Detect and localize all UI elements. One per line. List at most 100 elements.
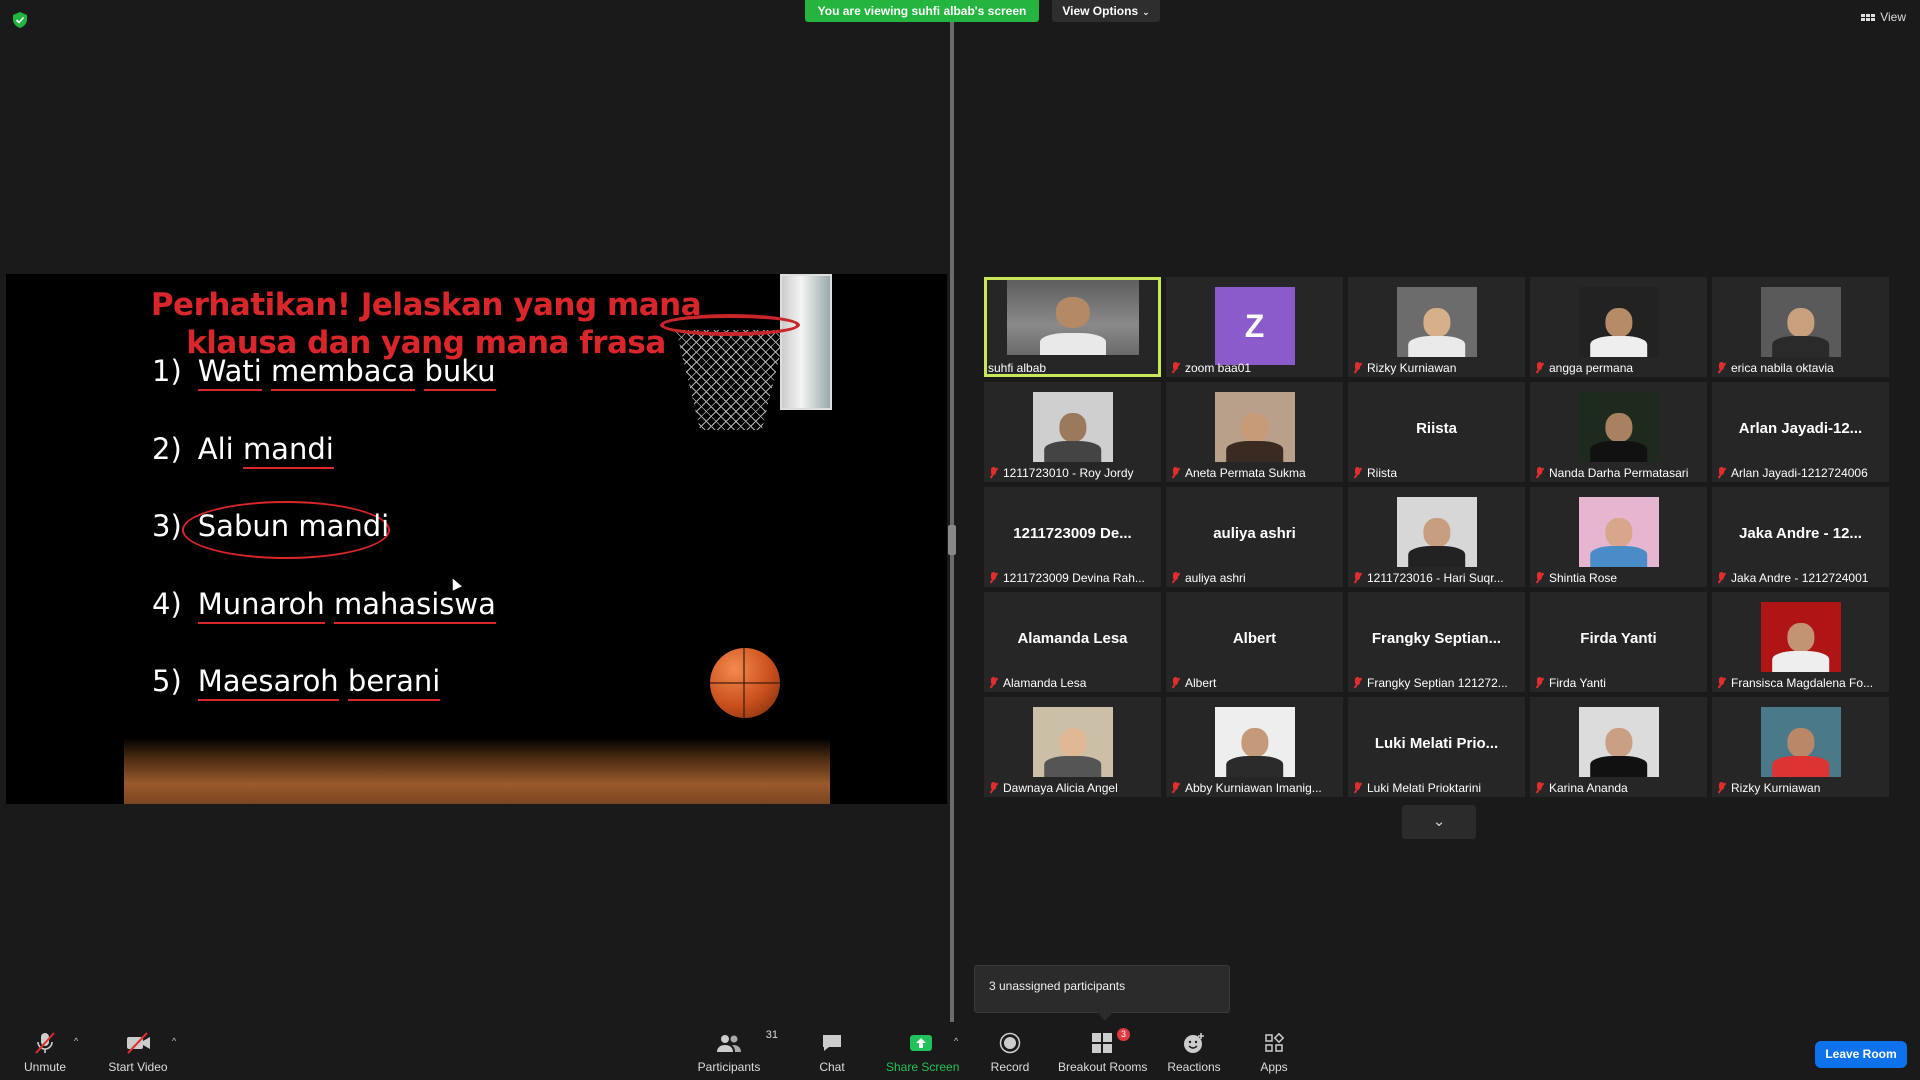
participant-tile[interactable]: Shintia Rose (1530, 487, 1707, 587)
participants-grid: suhfi albab Zzoom baa01 Rizky Kurniawan ang… (984, 277, 1889, 797)
view-options-button[interactable]: View Options ⌄ (1052, 0, 1160, 22)
chat-label: Chat (819, 1060, 845, 1074)
participant-tile[interactable]: angga permana (1530, 277, 1707, 377)
participant-name-caption: Albert (1170, 676, 1339, 690)
view-button[interactable]: View (1861, 10, 1906, 24)
mic-muted-icon (1716, 362, 1727, 374)
participant-tile[interactable]: auliya ashri auliya ashri (1166, 487, 1343, 587)
participant-tile[interactable]: 1211723010 - Roy Jordy (984, 382, 1161, 482)
participant-tile[interactable]: Abby Kurniawan Imanig... (1166, 697, 1343, 797)
view-options-label: View Options (1062, 4, 1139, 18)
participant-tile[interactable]: Karina Ananda (1530, 697, 1707, 797)
participant-tile[interactable]: Alamanda Lesa Alamanda Lesa (984, 592, 1161, 692)
participant-tile[interactable]: Zzoom baa01 (1166, 277, 1343, 377)
participant-name: Nanda Darha Permatasari (1549, 466, 1689, 480)
participant-name: Arlan Jayadi-1212724006 (1731, 466, 1868, 480)
participant-name: angga permana (1549, 361, 1634, 375)
court-floor (124, 738, 830, 804)
mic-muted-icon (1716, 572, 1727, 584)
participant-tile[interactable]: 1211723009 De... 1211723009 Devina Rah... (984, 487, 1161, 587)
participant-tile[interactable]: erica nabila oktavia (1712, 277, 1889, 377)
participant-name-caption: Nanda Darha Permatasari (1534, 466, 1703, 480)
participant-name-caption: Riista (1352, 466, 1521, 480)
chat-button[interactable]: Chat (814, 1030, 850, 1074)
slide-item-4: 4) Munaroh mahasiswa (152, 587, 496, 624)
participant-name-caption: Rizky Kurniawan (1716, 781, 1885, 795)
participant-name-caption: Firda Yanti (1534, 676, 1703, 690)
record-label: Record (990, 1060, 1030, 1074)
mic-muted-icon (1534, 362, 1545, 374)
participant-tile[interactable]: Albert Albert (1166, 592, 1343, 692)
participant-photo (1760, 287, 1841, 357)
participant-name: Rizky Kurniawan (1367, 361, 1457, 375)
participant-tile[interactable]: Arlan Jayadi-12... Arlan Jayadi-121272400… (1712, 382, 1889, 482)
participant-name-caption: angga permana (1534, 361, 1703, 375)
participant-photo (1214, 707, 1295, 777)
mic-muted-icon (1716, 677, 1727, 689)
mic-muted-icon (1716, 782, 1727, 794)
participant-tile[interactable]: Aneta Permata Sukma (1166, 382, 1343, 482)
mic-muted-icon (1352, 572, 1363, 584)
start-video-label: Start Video (108, 1060, 168, 1074)
start-video-button[interactable]: Start Video (106, 1030, 170, 1074)
participant-name: Frangky Septian 121272... (1367, 676, 1508, 690)
participant-photo (1214, 392, 1295, 462)
share-screen-button[interactable]: Share Screen (886, 1030, 959, 1074)
apps-button[interactable]: Apps (1258, 1030, 1290, 1074)
participant-name-caption: erica nabila oktavia (1716, 361, 1885, 375)
participant-name: Riista (1367, 466, 1398, 480)
participant-name-caption: Rizky Kurniawan (1352, 361, 1521, 375)
participant-tile[interactable]: Nanda Darha Permatasari (1530, 382, 1707, 482)
unmute-button[interactable]: Unmute (22, 1030, 68, 1074)
participant-photo (1032, 392, 1113, 462)
participant-name-caption: Fransisca Magdalena Fo... (1716, 676, 1885, 690)
video-options-caret-icon[interactable]: ^ (172, 1036, 176, 1046)
participants-count: 31 (765, 1029, 778, 1041)
participant-tile[interactable]: Dawnaya Alicia Angel (984, 697, 1161, 797)
reactions-icon (1184, 1033, 1204, 1053)
participant-tile[interactable]: Frangky Septian... Frangky Septian 121272… (1348, 592, 1525, 692)
share-options-caret-icon[interactable]: ^ (954, 1036, 958, 1046)
participant-display-name: Luki Melati Prio... (1374, 735, 1499, 752)
basketball (710, 648, 780, 718)
participant-tile[interactable]: Rizky Kurniawan (1712, 697, 1889, 797)
participant-tile[interactable]: Firda Yanti Firda Yanti (1530, 592, 1707, 692)
video-off-icon (127, 1032, 150, 1054)
mic-muted-icon (35, 1032, 55, 1054)
basketball-hoop (660, 314, 800, 336)
mic-muted-icon (1170, 362, 1181, 374)
participant-photo (1396, 497, 1477, 567)
apps-label: Apps (1260, 1060, 1288, 1074)
participant-tile[interactable]: Luki Melati Prio... Luki Melati Prioktari… (1348, 697, 1525, 797)
breakout-rooms-button[interactable]: 3 Breakout Rooms (1058, 1028, 1147, 1074)
participant-tile[interactable]: Jaka Andre - 12... Jaka Andre - 121272400… (1712, 487, 1889, 587)
participant-tile[interactable]: Fransisca Magdalena Fo... (1712, 592, 1889, 692)
participant-name-caption: 1211723009 Devina Rah... (988, 571, 1157, 585)
participant-name: Jaka Andre - 1212724001 (1731, 571, 1869, 585)
reactions-button[interactable]: Reactions (1166, 1030, 1222, 1074)
record-button[interactable]: Record (990, 1030, 1030, 1074)
participant-name-caption: 1211723010 - Roy Jordy (988, 466, 1157, 480)
security-shield-icon[interactable] (13, 12, 27, 28)
leave-room-button[interactable]: Leave Room (1815, 1041, 1907, 1068)
participant-photo (1578, 287, 1659, 357)
participant-name: 1211723010 - Roy Jordy (1003, 466, 1134, 480)
participant-tile[interactable]: Rizky Kurniawan (1348, 277, 1525, 377)
participant-name: erica nabila oktavia (1731, 361, 1834, 375)
participants-button[interactable]: 31 Participants (694, 1029, 778, 1074)
split-handle[interactable] (948, 525, 956, 555)
participant-name: auliya ashri (1185, 571, 1246, 585)
audio-options-caret-icon[interactable]: ^ (74, 1036, 78, 1046)
mic-muted-icon (1352, 677, 1363, 689)
participant-tile[interactable]: Riista Riista (1348, 382, 1525, 482)
participant-tile[interactable]: 1211723016 - Hari Suqr... (1348, 487, 1525, 587)
scroll-down-button[interactable]: ⌄ (1402, 805, 1476, 839)
participant-name-caption: Dawnaya Alicia Angel (988, 781, 1157, 795)
slide-item-5: 5) Maesaroh berani (152, 664, 441, 701)
participant-display-name: 1211723009 De... (1013, 525, 1132, 542)
participant-name: Rizky Kurniawan (1731, 781, 1821, 795)
participant-tile[interactable]: suhfi albab (984, 277, 1161, 377)
slide-item-2: 2) Ali mandi (152, 432, 334, 469)
mic-muted-icon (1534, 572, 1545, 584)
participant-photo (1578, 707, 1659, 777)
